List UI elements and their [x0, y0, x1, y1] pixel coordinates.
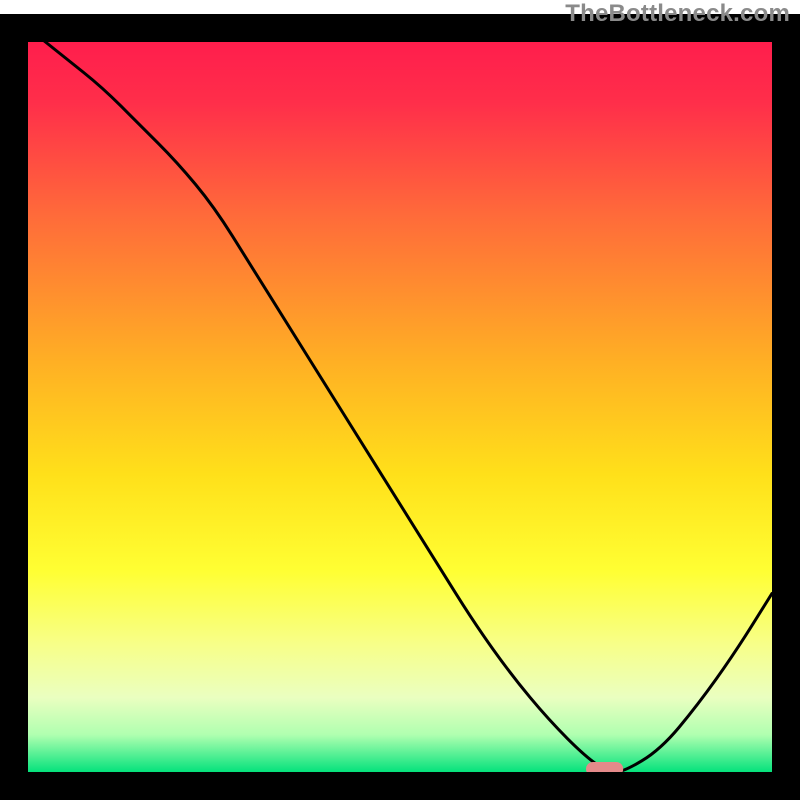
bottleneck-chart — [0, 0, 800, 800]
plot-background — [28, 28, 772, 772]
watermark-text: TheBottleneck.com — [565, 0, 790, 28]
plot-area — [28, 28, 772, 776]
chart-container: TheBottleneck.com — [0, 0, 800, 800]
